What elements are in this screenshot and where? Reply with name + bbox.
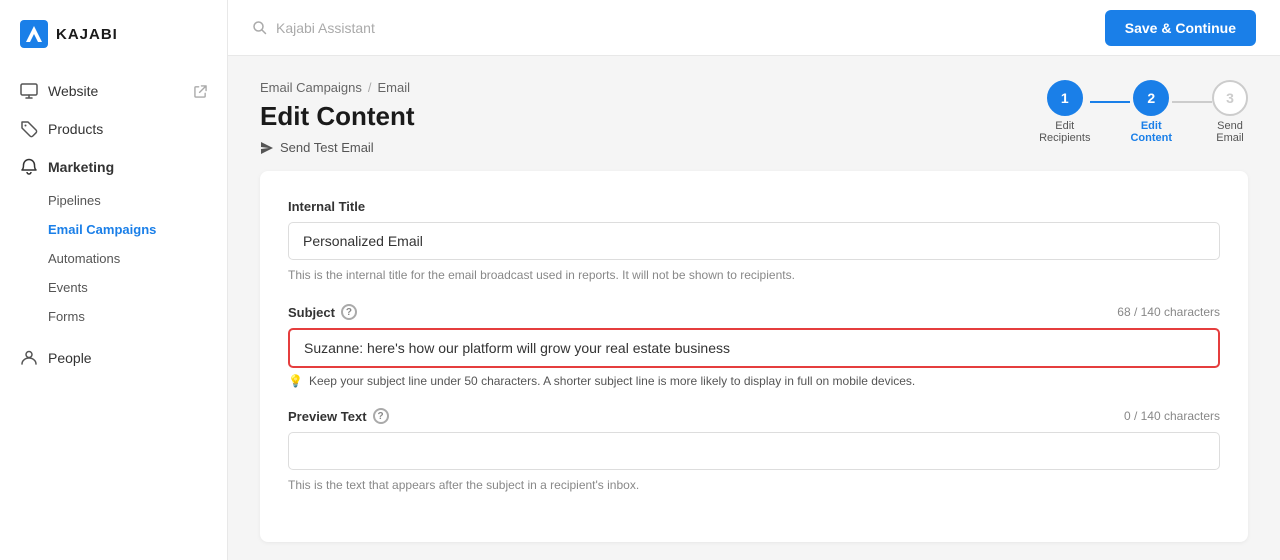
subject-hint-text: Keep your subject line under 50 characte… [309, 374, 915, 388]
preview-text-char-count: 0 / 140 characters [1124, 409, 1220, 423]
sidebar-item-products-label: Products [48, 121, 103, 137]
form-card: Internal Title This is the internal titl… [260, 171, 1248, 542]
step-2-label: EditContent [1130, 120, 1172, 144]
subject-input[interactable] [290, 330, 1218, 366]
external-link-icon [194, 85, 207, 98]
kajabi-logo-icon [20, 20, 48, 48]
logo: KAJABI [0, 0, 227, 64]
sidebar-item-people[interactable]: People [0, 339, 227, 377]
preview-text-hint: This is the text that appears after the … [288, 476, 1220, 494]
sidebar-sub-item-forms[interactable]: Forms [0, 302, 227, 331]
subject-label-row: Subject ? 68 / 140 characters [288, 304, 1220, 320]
sidebar-sub-item-email-campaigns[interactable]: Email Campaigns [0, 215, 227, 244]
step-2-circle: 2 [1133, 80, 1169, 116]
send-test-email-button[interactable]: Send Test Email [260, 140, 374, 155]
breadcrumb: Email Campaigns / Email [260, 80, 415, 95]
step-indicator: 1 EditRecipients 2 EditContent 3 SendEma… [1039, 80, 1248, 144]
sidebar-sub-item-automations[interactable]: Automations [0, 244, 227, 273]
page-body: Email Campaigns / Email Edit Content Sen… [228, 56, 1280, 560]
internal-title-hint: This is the internal title for the email… [288, 266, 1220, 284]
step-3-label: SendEmail [1216, 120, 1244, 144]
search-icon [252, 20, 268, 36]
step-connector-1 [1090, 101, 1130, 103]
preview-text-label-row: Preview Text ? 0 / 140 characters [288, 408, 1220, 424]
step-1-circle: 1 [1047, 80, 1083, 116]
internal-title-label-text: Internal Title [288, 199, 365, 214]
top-bar: Kajabi Assistant Save & Continue [228, 0, 1280, 56]
send-icon [260, 141, 274, 155]
lightbulb-icon: 💡 [288, 374, 303, 388]
main-content: Kajabi Assistant Save & Continue Email C… [228, 0, 1280, 560]
internal-title-input[interactable] [288, 222, 1220, 260]
preview-text-label-left: Preview Text ? [288, 408, 389, 424]
step-3: 3 SendEmail [1212, 80, 1248, 144]
subject-help-icon[interactable]: ? [341, 304, 357, 320]
subject-label-left: Subject ? [288, 304, 357, 320]
preview-text-label-text: Preview Text [288, 409, 367, 424]
subject-char-count: 68 / 140 characters [1117, 305, 1220, 319]
sidebar-item-website[interactable]: Website [0, 72, 227, 110]
page-title-area: Email Campaigns / Email Edit Content Sen… [260, 80, 415, 155]
subject-group: Subject ? 68 / 140 characters 💡 Keep you… [288, 304, 1220, 388]
sidebar-item-marketing[interactable]: Marketing [0, 148, 227, 186]
preview-text-help-icon[interactable]: ? [373, 408, 389, 424]
sidebar-item-website-label: Website [48, 83, 98, 99]
sidebar-item-products[interactable]: Products [0, 110, 227, 148]
sidebar-navigation: Website Products Marketing Pipelines Ema… [0, 64, 227, 560]
sidebar-item-people-label: People [48, 350, 92, 366]
preview-text-group: Preview Text ? 0 / 140 characters This i… [288, 408, 1220, 494]
page-title: Edit Content [260, 101, 415, 132]
step-3-circle: 3 [1212, 80, 1248, 116]
search-area[interactable]: Kajabi Assistant [252, 20, 375, 36]
send-test-label: Send Test Email [280, 140, 374, 155]
sidebar-sub-item-pipelines[interactable]: Pipelines [0, 186, 227, 215]
save-continue-button[interactable]: Save & Continue [1105, 10, 1256, 46]
step-1: 1 EditRecipients [1039, 80, 1090, 144]
person-icon [20, 349, 38, 367]
subject-field-wrapper [288, 328, 1220, 368]
search-placeholder: Kajabi Assistant [276, 20, 375, 36]
breadcrumb-current: Email [378, 80, 411, 95]
sidebar: KAJABI Website Products [0, 0, 228, 560]
monitor-icon [20, 82, 38, 100]
sidebar-item-marketing-label: Marketing [48, 159, 114, 175]
internal-title-group: Internal Title This is the internal titl… [288, 199, 1220, 284]
breadcrumb-separator: / [368, 80, 372, 95]
subject-label-text: Subject [288, 305, 335, 320]
bell-icon [20, 158, 38, 176]
internal-title-label: Internal Title [288, 199, 1220, 214]
subject-hint: 💡 Keep your subject line under 50 charac… [288, 374, 1220, 388]
preview-text-input[interactable] [288, 432, 1220, 470]
tag-icon [20, 120, 38, 138]
step-2: 2 EditContent [1130, 80, 1172, 144]
breadcrumb-parent[interactable]: Email Campaigns [260, 80, 362, 95]
logo-text: KAJABI [56, 26, 118, 43]
step-1-label: EditRecipients [1039, 120, 1090, 144]
step-connector-2 [1172, 101, 1212, 103]
sidebar-sub-item-events[interactable]: Events [0, 273, 227, 302]
page-header-row: Email Campaigns / Email Edit Content Sen… [260, 80, 1248, 155]
